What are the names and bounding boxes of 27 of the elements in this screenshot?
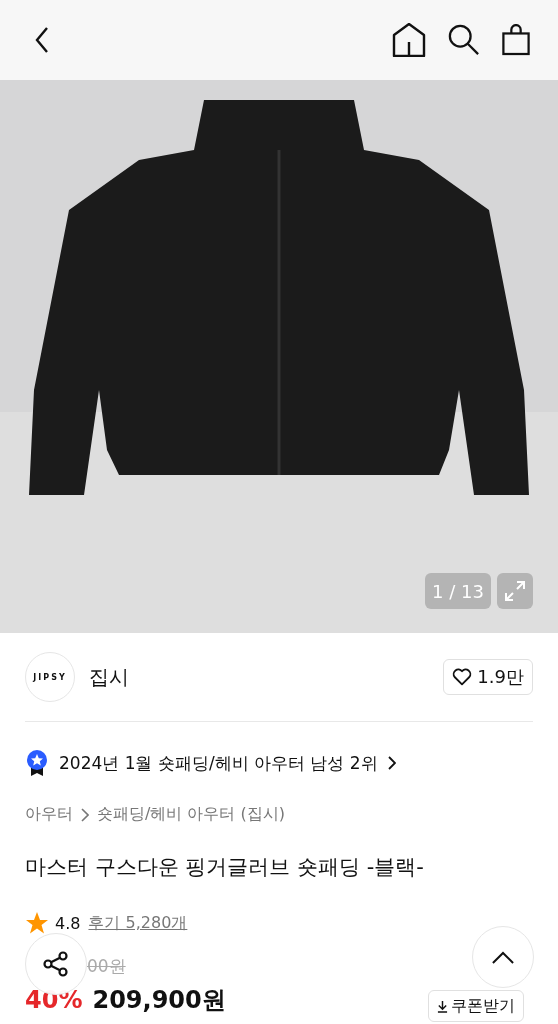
like-button[interactable]: 1.9만 xyxy=(443,659,533,695)
image-counter: 1 / 13 xyxy=(425,573,491,609)
sale-price: 209,900원 xyxy=(92,985,226,1016)
brand-logo[interactable]: JIPSY xyxy=(25,652,75,702)
coupon-button[interactable]: 쿠폰받기 xyxy=(428,990,524,1022)
search-icon[interactable] xyxy=(448,24,480,56)
chevron-right-icon xyxy=(387,756,396,770)
share-icon xyxy=(42,950,70,978)
breadcrumb-link[interactable]: 아우터 xyxy=(25,804,73,825)
reviews-link[interactable]: 후기 5,280개 xyxy=(88,912,188,934)
expand-icon xyxy=(504,580,526,602)
discount-rate: 40% xyxy=(25,986,83,1014)
heart-icon xyxy=(452,668,473,686)
original-price: 00원 xyxy=(87,955,126,978)
download-icon xyxy=(437,999,448,1013)
shopping-bag-icon[interactable] xyxy=(502,24,530,56)
back-icon[interactable] xyxy=(34,26,50,54)
home-icon[interactable] xyxy=(392,23,426,57)
chevron-up-icon xyxy=(492,950,514,964)
chevron-right-icon xyxy=(81,807,89,822)
rating-value: 4.8 xyxy=(55,913,81,933)
product-title: 마스터 구스다운 핑거글러브 숏패딩 -블랙- xyxy=(25,854,425,881)
ranking-link[interactable]: 2024년 1월 숏패딩/헤비 아우터 남성 2위 xyxy=(59,751,378,775)
medal-icon xyxy=(25,749,49,777)
star-icon xyxy=(25,911,49,935)
brand-name[interactable]: 집시 xyxy=(89,663,444,691)
breadcrumb-link[interactable]: 숏패딩/헤비 아우터 (집시) xyxy=(97,804,286,825)
